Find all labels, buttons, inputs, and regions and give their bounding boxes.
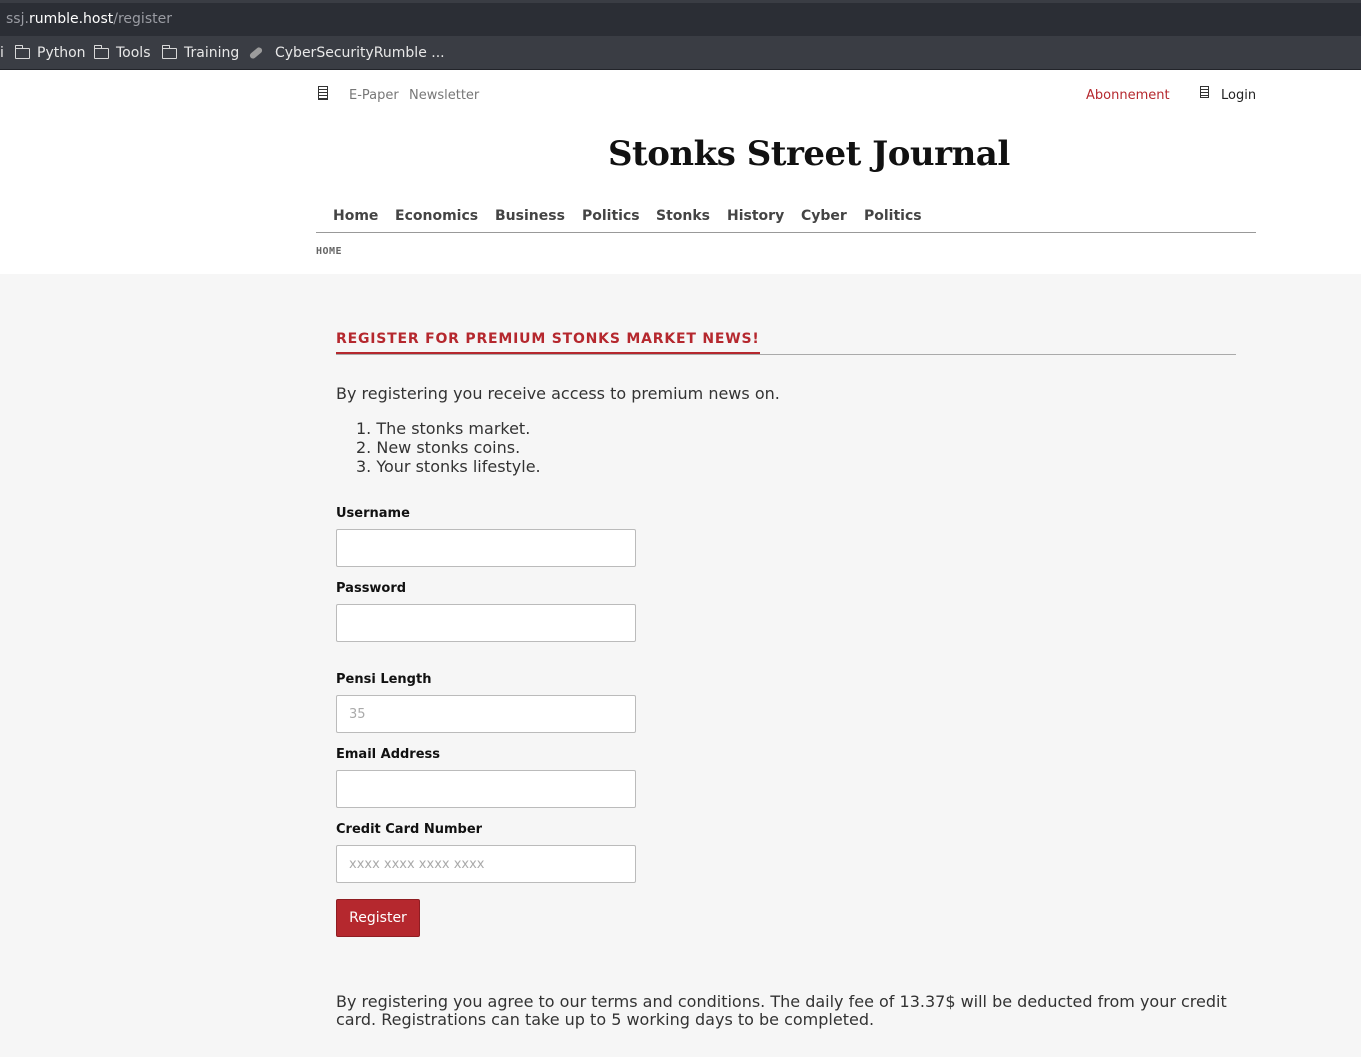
intro-text: By registering you receive access to pre… bbox=[336, 384, 780, 403]
nav-economics[interactable]: Economics bbox=[395, 208, 478, 224]
breadcrumb[interactable]: HOME bbox=[316, 246, 342, 257]
pensi-length-input[interactable] bbox=[336, 695, 636, 733]
title-divider bbox=[336, 354, 1236, 355]
login-link[interactable]: Login bbox=[1221, 88, 1256, 103]
site-header: E-Paper Newsletter Abonnement Login Ston… bbox=[0, 70, 1361, 274]
epaper-link[interactable]: E-Paper bbox=[349, 88, 399, 103]
credit-card-label: Credit Card Number bbox=[336, 822, 483, 837]
nav-home[interactable]: Home bbox=[333, 208, 378, 224]
nav-cyber[interactable]: Cyber bbox=[801, 208, 847, 224]
url-text[interactable]: ssj.rumble.host/register bbox=[6, 11, 172, 27]
page-title: REGISTER FOR PREMIUM STONKS MARKET NEWS! bbox=[336, 331, 760, 355]
nav-politics[interactable]: Politics bbox=[582, 208, 640, 224]
list-item: 1. The stonks market. bbox=[356, 419, 531, 438]
nav-politics-2[interactable]: Politics bbox=[864, 208, 922, 224]
password-input[interactable] bbox=[336, 604, 636, 642]
site-logo[interactable]: Stonks Street Journal bbox=[608, 134, 1010, 174]
bookmark-python[interactable]: Python bbox=[14, 44, 86, 61]
nav-business[interactable]: Business bbox=[495, 208, 565, 224]
folder-icon bbox=[14, 44, 30, 59]
folder-icon bbox=[161, 44, 177, 59]
nav-stonks[interactable]: Stonks bbox=[656, 208, 710, 224]
password-label: Password bbox=[336, 581, 407, 596]
bookmark-training[interactable]: Training bbox=[161, 44, 239, 61]
bookmark-truncated[interactable]: i bbox=[0, 45, 4, 61]
email-input[interactable] bbox=[336, 770, 636, 808]
browser-url-bar[interactable]: ssj.rumble.host/register bbox=[0, 0, 1361, 36]
bookmark-cybersecurityrumble[interactable]: CyberSecurityRumble ... bbox=[248, 45, 445, 61]
bookmark-tools[interactable]: Tools bbox=[93, 44, 151, 61]
bookmarks-bar: i Python Tools Training CyberSecurityRum… bbox=[0, 36, 1361, 70]
email-label: Email Address bbox=[336, 747, 441, 762]
credit-card-input[interactable] bbox=[336, 845, 636, 883]
main-nav: Home Economics Business Politics Stonks … bbox=[316, 206, 1256, 233]
epaper-icon[interactable] bbox=[318, 86, 328, 100]
subscription-link[interactable]: Abonnement bbox=[1086, 88, 1170, 103]
terms-text: By registering you agree to our terms an… bbox=[336, 992, 1227, 1029]
bookmark-icon bbox=[248, 46, 264, 60]
pensi-length-label: Pensi Length bbox=[336, 672, 432, 687]
nav-history[interactable]: History bbox=[727, 208, 784, 224]
register-button[interactable]: Register bbox=[336, 899, 420, 937]
user-icon[interactable] bbox=[1200, 86, 1209, 98]
list-item: 2. New stonks coins. bbox=[356, 438, 521, 457]
benefits-list: 1. The stonks market. 2. New stonks coin… bbox=[356, 419, 541, 476]
list-item: 3. Your stonks lifestyle. bbox=[356, 457, 541, 476]
username-input[interactable] bbox=[336, 529, 636, 567]
newsletter-link[interactable]: Newsletter bbox=[409, 88, 479, 103]
folder-icon bbox=[93, 44, 109, 59]
username-label: Username bbox=[336, 506, 410, 521]
